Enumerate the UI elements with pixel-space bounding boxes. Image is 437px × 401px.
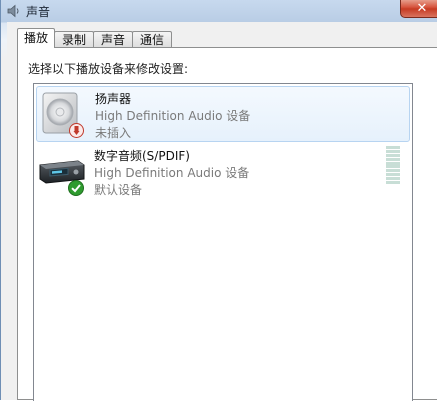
tab-sounds[interactable]: 声音 <box>93 31 134 48</box>
device-item-spdif[interactable]: 数字音频(S/PDIF) High Definition Audio 设备 默认… <box>36 144 410 200</box>
device-item-speakers[interactable]: 扬声器 High Definition Audio 设备 未插入 <box>36 86 410 142</box>
instruction-label: 选择以下播放设备来修改设置: <box>28 62 189 76</box>
default-checkmark-icon <box>68 180 84 196</box>
device-description: High Definition Audio 设备 <box>95 109 251 123</box>
playback-panel: 选择以下播放设备来修改设置: 扬声器 High Definition Audio… <box>17 47 437 401</box>
device-name: 扬声器 <box>95 92 132 106</box>
device-status: 默认设备 <box>94 183 143 197</box>
tab-playback[interactable]: 播放 <box>17 28 56 48</box>
close-icon: ✕ <box>416 0 428 16</box>
unplugged-badge-icon <box>69 123 84 138</box>
volume-level-meter <box>386 146 400 184</box>
playback-device-list[interactable]: 扬声器 High Definition Audio 设备 未插入 数字音频(S/… <box>33 83 413 401</box>
close-button[interactable]: ✕ <box>400 0 437 18</box>
device-description: High Definition Audio 设备 <box>94 166 250 180</box>
device-name: 数字音频(S/PDIF) <box>94 149 190 163</box>
tab-strip: 播放 录制 声音 通信 <box>17 28 173 48</box>
title-bar[interactable]: 声音 ✕ <box>1 0 437 22</box>
window-title: 声音 <box>26 4 51 19</box>
device-status: 未插入 <box>95 126 132 140</box>
dialog-client-area: 播放 录制 声音 通信 选择以下播放设备来修改设置: 扬声器 High Defi… <box>7 22 437 401</box>
sound-dialog: 声音 ✕ 播放 录制 声音 通信 选择以下播放设备来修改设置: 扬声器 High… <box>0 0 437 401</box>
speaker-title-icon <box>6 3 22 19</box>
tab-recording[interactable]: 录制 <box>54 31 95 48</box>
tab-communications[interactable]: 通信 <box>132 31 173 48</box>
